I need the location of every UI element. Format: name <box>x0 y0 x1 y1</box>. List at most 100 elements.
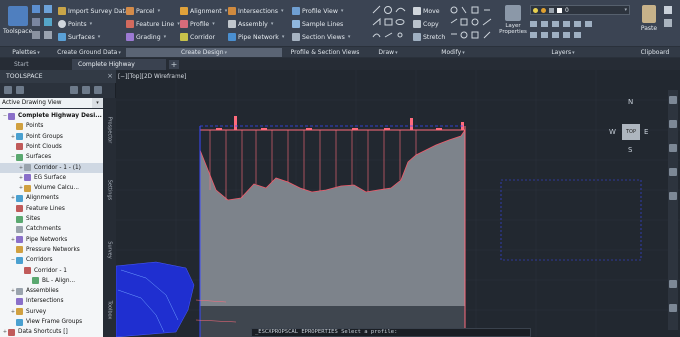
cut-icon[interactable] <box>664 6 672 14</box>
viewcube-face[interactable]: TOP <box>622 124 640 140</box>
tree-item[interactable]: + Data Shortcuts [] <box>0 327 103 337</box>
palette-icon-2[interactable] <box>44 5 52 13</box>
side-tab-label: Survey <box>106 241 113 259</box>
profile-button[interactable]: Profile ▾ <box>180 19 215 29</box>
nav-steering-icon[interactable] <box>669 192 677 200</box>
palette-icon-4[interactable] <box>44 18 52 26</box>
layer-selector[interactable]: 0 ▾ <box>530 5 630 15</box>
viewcube-west[interactable]: W <box>609 128 616 136</box>
copy-button[interactable]: Copy <box>413 19 439 29</box>
side-tab[interactable]: Prospector <box>103 102 116 158</box>
intersections-icon <box>228 7 236 15</box>
sample-lines-button[interactable]: Sample Lines <box>292 19 343 29</box>
tree-item[interactable]: − Surfaces <box>0 152 103 162</box>
chevron-down-icon[interactable]: ▾ <box>92 98 103 108</box>
tree-item[interactable]: BL - Align... <box>0 276 103 286</box>
panel-clipboard[interactable]: Clipboard <box>630 48 680 57</box>
tree-item[interactable]: + Point Groups <box>0 132 103 142</box>
tree-item[interactable]: + Pipe Networks <box>0 235 103 245</box>
tree-item[interactable]: + Survey <box>0 307 103 317</box>
layer-properties-button[interactable]: Layer Properties <box>498 5 528 35</box>
side-tab[interactable]: Survey <box>103 222 116 278</box>
palette-icon-3[interactable] <box>32 18 40 26</box>
toolspace-tool-icon-4[interactable] <box>82 86 90 94</box>
tree-item[interactable]: + Volume Calcu... <box>0 183 103 193</box>
viewcube-east[interactable]: E <box>644 128 648 136</box>
tab-start[interactable]: Start <box>8 59 35 70</box>
command-line[interactable]: _ESCXPROPSCAL EPROPERTIES Select a profi… <box>251 328 531 337</box>
tree-item[interactable]: − Complete Highway Desi... <box>0 111 103 121</box>
nav-pan-icon[interactable] <box>669 96 677 104</box>
corridor-button[interactable]: Corridor <box>180 32 215 42</box>
toolspace-tool-icon-5[interactable] <box>94 86 102 94</box>
grading-button[interactable]: Grading ▾ <box>126 32 166 42</box>
nav-orbit-icon[interactable] <box>669 144 677 152</box>
panel-profile-section-views[interactable]: Profile & Section Views <box>284 48 366 57</box>
side-tab[interactable]: Settings <box>103 162 116 218</box>
paste-button[interactable]: Paste <box>637 5 661 32</box>
toolspace-button[interactable]: Toolspace <box>3 6 32 35</box>
nav-extra2-icon[interactable] <box>669 304 677 312</box>
layer-value: 0 <box>565 6 569 14</box>
viewcube[interactable]: N W E S TOP <box>606 88 652 160</box>
tree-item[interactable]: Intersections <box>0 296 103 306</box>
tree-node-icon <box>16 256 23 264</box>
side-tab[interactable]: Toolbox <box>103 282 116 337</box>
pipe-network-icon <box>228 33 236 41</box>
view-selector[interactable]: Active Drawing View <box>0 98 103 108</box>
new-tab-button[interactable]: + <box>169 60 179 69</box>
points-button[interactable]: Points ▾ <box>58 19 92 29</box>
close-icon[interactable]: × <box>107 70 113 83</box>
palette-icon-6[interactable] <box>44 31 52 39</box>
tree-item[interactable]: + Corridor - 1 - (1) <box>0 162 103 173</box>
tree-node-icon <box>16 225 23 233</box>
panel-modify[interactable]: Modify▾ <box>410 48 496 57</box>
panel-layers[interactable]: Layers▾ <box>498 48 628 57</box>
tree-item[interactable]: Pressure Networks <box>0 245 103 255</box>
stretch-button[interactable]: Stretch <box>413 32 445 42</box>
nav-showmotion-icon[interactable] <box>669 168 677 176</box>
tree-item[interactable]: View Frame Groups <box>0 317 103 327</box>
palette-icon-5[interactable] <box>32 31 40 39</box>
panel-draw[interactable]: Draw▾ <box>368 48 408 57</box>
tab-document[interactable]: Complete Highway Design* <box>72 59 166 79</box>
alignment-button[interactable]: Alignment ▾ <box>180 6 227 16</box>
copy-clip-icon[interactable] <box>664 19 672 27</box>
tree-item[interactable]: Corridor - 1 <box>0 266 103 276</box>
prospector-tree: − Complete Highway Desi... Points + Point Gr… <box>0 109 103 337</box>
panel-create-ground-data[interactable]: Create Ground Data▾ <box>55 48 123 57</box>
palette-icon-1[interactable] <box>32 5 40 13</box>
intersections-button[interactable]: Intersections ▾ <box>228 6 284 16</box>
toolspace-tool-icon-3[interactable] <box>70 86 78 94</box>
surfaces-button[interactable]: Surfaces ▾ <box>58 32 100 42</box>
tree-item[interactable]: Catchments <box>0 224 103 234</box>
panel-palettes[interactable]: Palettes▾ <box>0 48 52 57</box>
tree-item[interactable]: + EG Surface <box>0 173 103 183</box>
assembly-button[interactable]: Assembly ▾ <box>228 19 273 29</box>
parcel-button[interactable]: Parcel ▾ <box>126 6 160 16</box>
tree-item[interactable]: Feature Lines <box>0 204 103 214</box>
copy-icon <box>413 20 421 28</box>
toolspace-tool-icon-2[interactable] <box>16 86 24 94</box>
feature-line-button[interactable]: Feature Line ▾ <box>126 19 180 29</box>
pipe-network-button[interactable]: Pipe Network ▾ <box>228 32 284 42</box>
side-tab-label: Toolbox <box>106 300 113 320</box>
side-tab-label: Settings <box>106 179 113 201</box>
tree-item[interactable]: Point Clouds <box>0 142 103 152</box>
profile-view-button[interactable]: Profile View ▾ <box>292 6 343 16</box>
tree-item[interactable]: + Assemblies <box>0 286 103 296</box>
tree-item[interactable]: Points <box>0 121 103 131</box>
tree-item[interactable]: − Corridors <box>0 255 103 265</box>
viewcube-south[interactable]: S <box>628 146 632 154</box>
nav-zoom-icon[interactable] <box>669 120 677 128</box>
move-button[interactable]: Move <box>413 6 440 16</box>
import-survey-data-button[interactable]: Import Survey Data <box>58 6 129 16</box>
panel-create-design[interactable]: Create Design▾ <box>126 48 282 57</box>
section-views-button[interactable]: Section Views ▾ <box>292 32 350 42</box>
viewcube-north[interactable]: N <box>628 98 633 106</box>
toolspace-tool-icon-1[interactable] <box>4 86 12 94</box>
tree-item[interactable]: + Alignments <box>0 193 103 203</box>
nav-extra-icon[interactable] <box>669 280 677 288</box>
tree-item[interactable]: Sites <box>0 214 103 224</box>
drawing-canvas[interactable]: [−][Top][2D Wireframe] N W E S TOP _ESCX… <box>116 70 680 337</box>
